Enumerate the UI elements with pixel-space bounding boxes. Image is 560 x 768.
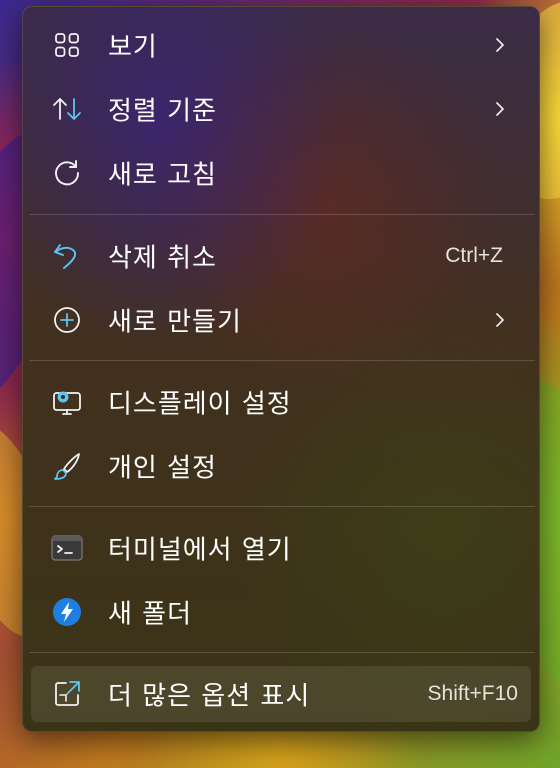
- grid-icon: [51, 31, 83, 59]
- chevron-right-icon: [493, 99, 507, 119]
- menu-item-show-more-options[interactable]: 더 많은 옵션 표시 Shift+F10: [31, 666, 531, 722]
- menu-item-open-in-terminal[interactable]: 터미널에서 열기: [31, 520, 531, 576]
- terminal-icon: [51, 534, 83, 562]
- plus-circle-icon: [51, 306, 83, 334]
- menu-item-display-settings[interactable]: 디스플레이 설정: [31, 374, 531, 430]
- menu-separator: [29, 652, 535, 653]
- sort-arrows-icon: [51, 95, 83, 123]
- chevron-right-icon: [493, 35, 507, 55]
- menu-separator: [29, 360, 535, 361]
- menu-separator: [29, 214, 535, 215]
- keyboard-shortcut: Ctrl+Z: [445, 244, 503, 267]
- expand-icon: [51, 680, 83, 708]
- brush-icon: [51, 452, 83, 480]
- undo-icon: [51, 242, 83, 270]
- menu-separator: [29, 506, 535, 507]
- menu-item-label: 새 폴더: [108, 599, 193, 630]
- menu-item-new[interactable]: 새로 만들기: [31, 292, 531, 348]
- menu-item-label: 새로 만들기: [108, 307, 242, 338]
- menu-item-undo-delete[interactable]: 삭제 취소 Ctrl+Z: [31, 228, 531, 284]
- menu-item-refresh[interactable]: 새로 고침: [31, 145, 531, 201]
- menu-item-label: 삭제 취소: [108, 243, 217, 274]
- display-settings-icon: [51, 388, 83, 416]
- menu-item-label: 터미널에서 열기: [108, 535, 292, 566]
- keyboard-shortcut: Shift+F10: [427, 682, 518, 705]
- menu-item-label: 정렬 기준: [108, 96, 217, 127]
- menu-item-label: 개인 설정: [108, 453, 217, 484]
- menu-item-label: 디스플레이 설정: [108, 389, 292, 420]
- lightning-app-icon: [51, 598, 83, 626]
- menu-item-view[interactable]: 보기: [31, 17, 531, 73]
- menu-item-sort-by[interactable]: 정렬 기준: [31, 81, 531, 137]
- desktop-context-menu: 보기 정렬 기준 새로 고침 삭제 취소 Ctrl+Z 새로 만들기 디스플레이…: [22, 6, 540, 732]
- menu-item-personalize[interactable]: 개인 설정: [31, 438, 531, 494]
- refresh-icon: [51, 159, 83, 187]
- chevron-right-icon: [493, 310, 507, 330]
- menu-item-new-folder[interactable]: 새 폴더: [31, 584, 531, 640]
- menu-item-label: 더 많은 옵션 표시: [108, 681, 311, 712]
- menu-item-label: 보기: [108, 32, 158, 63]
- menu-item-label: 새로 고침: [108, 160, 217, 191]
